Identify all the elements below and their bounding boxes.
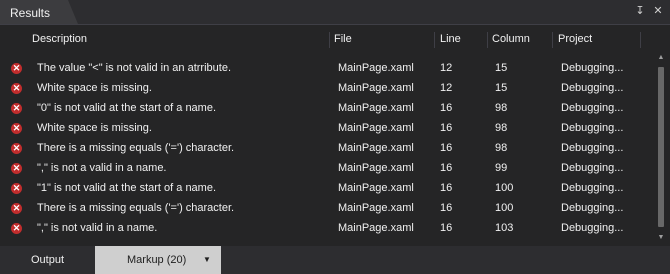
table-row[interactable]: ✕ White space is missing. MainPage.xaml … bbox=[0, 118, 648, 138]
error-icon: ✕ bbox=[11, 143, 22, 154]
row-project: Debugging... bbox=[561, 122, 624, 134]
row-file: MainPage.xaml bbox=[338, 82, 414, 94]
row-line: 16 bbox=[440, 142, 453, 154]
scrollbar-thumb[interactable] bbox=[658, 67, 664, 227]
row-file: MainPage.xaml bbox=[338, 62, 414, 74]
row-description: There is a missing equals ('=') characte… bbox=[37, 202, 235, 214]
error-icon: ✕ bbox=[11, 183, 22, 194]
row-description: The value "<" is not valid in an atrribu… bbox=[37, 62, 231, 74]
row-column: 98 bbox=[495, 142, 508, 154]
close-icon[interactable]: ✕ bbox=[652, 5, 664, 17]
column-divider[interactable] bbox=[329, 32, 330, 48]
error-icon: ✕ bbox=[11, 103, 22, 114]
panel-title-tab[interactable]: Results bbox=[0, 0, 78, 24]
row-line: 12 bbox=[440, 82, 453, 94]
row-project: Debugging... bbox=[561, 102, 624, 114]
table-row[interactable]: ✕ The value "<" is not valid in an atrri… bbox=[0, 58, 648, 78]
row-description: "1" is not valid at the start of a name. bbox=[37, 182, 217, 194]
column-divider[interactable] bbox=[640, 32, 641, 48]
row-column: 100 bbox=[495, 202, 514, 214]
scroll-down-arrow-icon[interactable]: ▼ bbox=[656, 233, 666, 243]
row-line: 16 bbox=[440, 162, 453, 174]
results-rows: ✕ The value "<" is not valid in an atrri… bbox=[0, 58, 648, 238]
panel-title: Results bbox=[10, 6, 51, 20]
tab-output[interactable]: Output bbox=[0, 246, 95, 274]
row-project: Debugging... bbox=[561, 82, 624, 94]
row-line: 16 bbox=[440, 102, 453, 114]
row-project: Debugging... bbox=[561, 62, 624, 74]
table-row[interactable]: ✕ "," is not a valid in a name. MainPage… bbox=[0, 158, 648, 178]
row-file: MainPage.xaml bbox=[338, 102, 414, 114]
row-line: 16 bbox=[440, 182, 453, 194]
row-project: Debugging... bbox=[561, 162, 624, 174]
tab-markup-label: Markup (20) bbox=[127, 254, 187, 266]
row-line: 16 bbox=[440, 222, 453, 234]
row-file: MainPage.xaml bbox=[338, 142, 414, 154]
vertical-scrollbar[interactable]: ▲ ▼ bbox=[656, 53, 666, 243]
error-icon: ✕ bbox=[11, 163, 22, 174]
column-divider[interactable] bbox=[487, 32, 488, 48]
row-description: White space is missing. bbox=[37, 122, 152, 134]
row-file: MainPage.xaml bbox=[338, 122, 414, 134]
column-header-column[interactable]: Column bbox=[492, 33, 530, 45]
titlebar-icons: ↧ ✕ bbox=[634, 5, 664, 17]
column-divider[interactable] bbox=[552, 32, 553, 48]
column-header-line[interactable]: Line bbox=[440, 33, 461, 45]
row-column: 98 bbox=[495, 122, 508, 134]
bottom-tab-bar: Output Markup (20) ▼ bbox=[0, 246, 670, 274]
column-header-row: Description File Line Column Project bbox=[0, 29, 648, 51]
tab-markup[interactable]: Markup (20) ▼ bbox=[95, 246, 221, 274]
row-project: Debugging... bbox=[561, 182, 624, 194]
panel-titlebar: Results ↧ ✕ bbox=[0, 0, 670, 24]
table-row[interactable]: ✕ "0" is not valid at the start of a nam… bbox=[0, 98, 648, 118]
row-file: MainPage.xaml bbox=[338, 202, 414, 214]
table-row[interactable]: ✕ White space is missing. MainPage.xaml … bbox=[0, 78, 648, 98]
row-project: Debugging... bbox=[561, 222, 624, 234]
row-description: "," is not a valid in a name. bbox=[37, 162, 167, 174]
row-description: "," is not valid in a name. bbox=[37, 222, 158, 234]
error-icon: ✕ bbox=[11, 83, 22, 94]
row-line: 12 bbox=[440, 62, 453, 74]
table-row[interactable]: ✕ "," is not valid in a name. MainPage.x… bbox=[0, 218, 648, 238]
error-icon: ✕ bbox=[11, 123, 22, 134]
error-icon: ✕ bbox=[11, 63, 22, 74]
pin-icon[interactable]: ↧ bbox=[634, 5, 646, 17]
column-divider[interactable] bbox=[434, 32, 435, 48]
results-panel: Results ↧ ✕ Description File Line Column… bbox=[0, 0, 670, 274]
column-header-project[interactable]: Project bbox=[558, 33, 592, 45]
row-description: White space is missing. bbox=[37, 82, 152, 94]
row-description: There is a missing equals ('=') characte… bbox=[37, 142, 235, 154]
row-file: MainPage.xaml bbox=[338, 162, 414, 174]
column-header-description[interactable]: Description bbox=[32, 33, 87, 45]
chevron-down-icon[interactable]: ▼ bbox=[203, 246, 211, 274]
column-header-file[interactable]: File bbox=[334, 33, 352, 45]
error-icon: ✕ bbox=[11, 223, 22, 234]
row-column: 15 bbox=[495, 62, 508, 74]
row-column: 99 bbox=[495, 162, 508, 174]
results-list: Description File Line Column Project ✕ T… bbox=[0, 24, 670, 247]
row-description: "0" is not valid at the start of a name. bbox=[37, 102, 217, 114]
table-row[interactable]: ✕ "1" is not valid at the start of a nam… bbox=[0, 178, 648, 198]
row-file: MainPage.xaml bbox=[338, 222, 414, 234]
row-line: 16 bbox=[440, 202, 453, 214]
row-column: 98 bbox=[495, 102, 508, 114]
row-file: MainPage.xaml bbox=[338, 182, 414, 194]
row-column: 100 bbox=[495, 182, 514, 194]
error-icon: ✕ bbox=[11, 203, 22, 214]
row-line: 16 bbox=[440, 122, 453, 134]
scroll-up-arrow-icon[interactable]: ▲ bbox=[656, 53, 666, 63]
table-row[interactable]: ✕ There is a missing equals ('=') charac… bbox=[0, 198, 648, 218]
tab-output-label: Output bbox=[30, 254, 65, 266]
row-column: 103 bbox=[495, 222, 514, 234]
row-project: Debugging... bbox=[561, 202, 624, 214]
row-project: Debugging... bbox=[561, 142, 624, 154]
table-row[interactable]: ✕ There is a missing equals ('=') charac… bbox=[0, 138, 648, 158]
row-column: 15 bbox=[495, 82, 508, 94]
